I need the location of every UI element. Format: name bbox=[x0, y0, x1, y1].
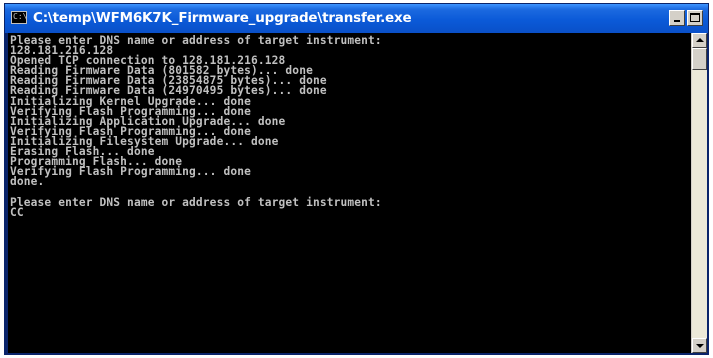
window-title: C:\temp\WFM6K7K_Firmware_upgrade\transfe… bbox=[33, 10, 412, 26]
arrow-up-icon bbox=[696, 38, 704, 42]
arrow-down-icon bbox=[696, 344, 704, 348]
console-text: Please enter DNS name or address of targ… bbox=[10, 35, 382, 219]
vertical-scrollbar[interactable] bbox=[691, 33, 707, 353]
maximize-icon bbox=[690, 13, 700, 22]
scroll-up-button[interactable] bbox=[692, 33, 707, 48]
console-window-icon[interactable]: C:\ bbox=[11, 11, 27, 24]
minimize-icon bbox=[674, 20, 680, 22]
maximize-button[interactable] bbox=[687, 10, 703, 26]
console-line: Verifying Flash Programming... done bbox=[10, 165, 251, 179]
console-line: done. bbox=[10, 175, 45, 189]
console-output-area[interactable]: Please enter DNS name or address of targ… bbox=[8, 33, 691, 353]
minimize-button[interactable] bbox=[669, 10, 685, 26]
console-window: C:\ C:\temp\WFM6K7K_Firmware_upgrade\tra… bbox=[4, 3, 709, 355]
title-bar[interactable]: C:\ C:\temp\WFM6K7K_Firmware_upgrade\tra… bbox=[5, 4, 708, 33]
scroll-down-button[interactable] bbox=[692, 338, 707, 353]
scrollbar-thumb[interactable] bbox=[692, 48, 707, 70]
console-line: Please enter DNS name or address of targ… bbox=[10, 195, 382, 209]
console-line: CC bbox=[10, 205, 24, 219]
